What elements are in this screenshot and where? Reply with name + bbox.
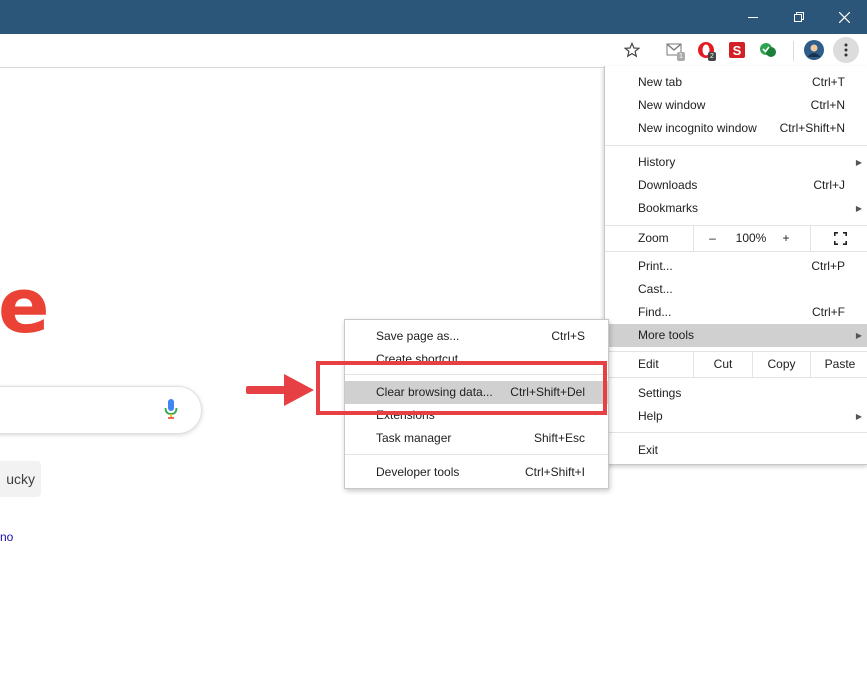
menu-item-label: More tools xyxy=(638,328,695,342)
cut-button[interactable]: Cut xyxy=(693,351,752,377)
feeling-lucky-label: ucky xyxy=(6,471,35,487)
menu-item-more-tools[interactable]: More tools ▶ xyxy=(605,324,867,347)
menu-item-label: Exit xyxy=(638,443,659,457)
opera-adblock-icon[interactable]: 2 xyxy=(696,40,716,61)
menu-item-shortcut: Ctrl+Shift+I xyxy=(524,465,585,479)
zoom-in-button[interactable]: + xyxy=(771,225,801,251)
annotation-arrow-icon xyxy=(246,374,314,406)
fullscreen-icon xyxy=(833,232,847,246)
paste-button[interactable]: Paste xyxy=(810,351,867,377)
menu-item-new-window[interactable]: New window Ctrl+N xyxy=(605,94,867,117)
minimize-icon[interactable] xyxy=(730,0,776,34)
menu-item-shortcut: Ctrl+J xyxy=(813,178,845,192)
kebab-menu-icon xyxy=(844,43,848,57)
menu-item-shortcut: Ctrl+N xyxy=(810,98,845,112)
menu-item-shortcut: Ctrl+S xyxy=(551,329,585,343)
zoom-label: Zoom xyxy=(638,231,669,245)
submenu-arrow-icon: ▶ xyxy=(855,158,862,167)
menu-item-label: Save page as... xyxy=(376,329,460,343)
menu-item-shortcut: Ctrl+F xyxy=(812,305,845,319)
submenu-arrow-icon: ▶ xyxy=(855,204,862,213)
menu-item-label: History xyxy=(638,155,676,169)
extension-badge: 1 xyxy=(677,52,685,61)
browser-toolbar: 1 2 S xyxy=(0,34,867,68)
chrome-menu-button[interactable] xyxy=(833,37,859,63)
zoom-out-label: – xyxy=(709,231,716,245)
menu-item-shortcut: Ctrl+T xyxy=(812,75,845,89)
menu-item-new-incognito-window[interactable]: New incognito window Ctrl+Shift+N xyxy=(605,117,867,140)
submenu-item-task-manager[interactable]: Task manager Shift+Esc xyxy=(345,427,608,450)
close-icon[interactable] xyxy=(821,0,867,34)
grammar-extension-icon[interactable] xyxy=(758,40,778,60)
edit-label: Edit xyxy=(638,357,659,371)
paste-label: Paste xyxy=(824,357,856,371)
menu-item-label: Task manager xyxy=(376,431,452,445)
menu-item-history[interactable]: History ▶ xyxy=(605,151,867,174)
edit-row: Edit Cut Copy Paste xyxy=(605,351,867,377)
annotation-highlight-box xyxy=(316,361,607,415)
menu-item-label: Print... xyxy=(638,259,673,273)
submenu-arrow-icon: ▶ xyxy=(855,412,862,421)
menu-item-bookmarks[interactable]: Bookmarks ▶ xyxy=(605,197,867,220)
zoom-row: Zoom – 100% + xyxy=(605,225,867,251)
s-extension-icon[interactable]: S xyxy=(727,40,747,60)
menu-separator xyxy=(605,145,867,146)
menu-item-settings[interactable]: Settings xyxy=(605,382,867,405)
menu-item-shortcut: Ctrl+Shift+N xyxy=(779,121,845,135)
menu-item-new-tab[interactable]: New tab Ctrl+T xyxy=(605,71,867,94)
restore-icon[interactable] xyxy=(776,0,822,34)
menu-item-shortcut: Ctrl+P xyxy=(811,259,845,273)
menu-item-label: New incognito window xyxy=(638,121,757,135)
menu-item-print[interactable]: Print... Ctrl+P xyxy=(605,255,867,278)
menu-separator xyxy=(605,251,867,252)
extension-badge: 2 xyxy=(708,52,716,61)
chrome-main-menu: New tab Ctrl+T New window Ctrl+N New inc… xyxy=(604,66,867,465)
profile-avatar[interactable] xyxy=(804,40,824,60)
submenu-arrow-icon: ▶ xyxy=(855,331,862,340)
zoom-level: 100% xyxy=(735,231,767,245)
menu-item-shortcut: Shift+Esc xyxy=(533,431,585,445)
menu-item-label: Developer tools xyxy=(376,465,460,479)
menu-item-find[interactable]: Find... Ctrl+F xyxy=(605,301,867,324)
menu-item-label: Cast... xyxy=(638,282,673,296)
copy-button[interactable]: Copy xyxy=(752,351,810,377)
copy-label: Copy xyxy=(767,357,796,371)
microphone-icon[interactable] xyxy=(164,399,178,424)
title-bar xyxy=(0,0,867,34)
footer-link[interactable]: no xyxy=(0,530,13,544)
google-logo-fragment: e xyxy=(0,261,50,350)
cut-label: Cut xyxy=(713,357,733,371)
menu-item-label: New window xyxy=(638,98,706,112)
menu-item-label: New tab xyxy=(638,75,683,89)
menu-item-label: Find... xyxy=(638,305,672,319)
zoom-out-button[interactable]: – xyxy=(693,225,731,251)
fullscreen-button[interactable] xyxy=(810,225,867,251)
menu-item-label: Downloads xyxy=(638,178,698,192)
menu-item-label: Help xyxy=(638,409,663,423)
menu-item-label: Bookmarks xyxy=(638,201,699,215)
submenu-item-save-page[interactable]: Save page as... Ctrl+S xyxy=(345,325,608,348)
menu-item-cast[interactable]: Cast... xyxy=(605,278,867,301)
submenu-item-developer-tools[interactable]: Developer tools Ctrl+Shift+I xyxy=(345,461,608,484)
menu-separator xyxy=(605,377,867,378)
svg-text:S: S xyxy=(733,43,742,58)
menu-item-help[interactable]: Help ▶ xyxy=(605,405,867,428)
search-input[interactable] xyxy=(0,386,202,434)
menu-separator xyxy=(605,432,867,433)
menu-item-label: Settings xyxy=(638,386,682,400)
menu-item-downloads[interactable]: Downloads Ctrl+J xyxy=(605,174,867,197)
feeling-lucky-button[interactable]: ucky xyxy=(0,461,41,497)
bookmark-star-icon[interactable] xyxy=(622,40,642,60)
toolbar-divider xyxy=(793,41,794,61)
zoom-in-label: + xyxy=(782,231,790,245)
gmail-checker-icon[interactable]: 1 xyxy=(665,40,685,61)
menu-item-exit[interactable]: Exit xyxy=(605,439,867,462)
menu-separator xyxy=(345,454,608,455)
